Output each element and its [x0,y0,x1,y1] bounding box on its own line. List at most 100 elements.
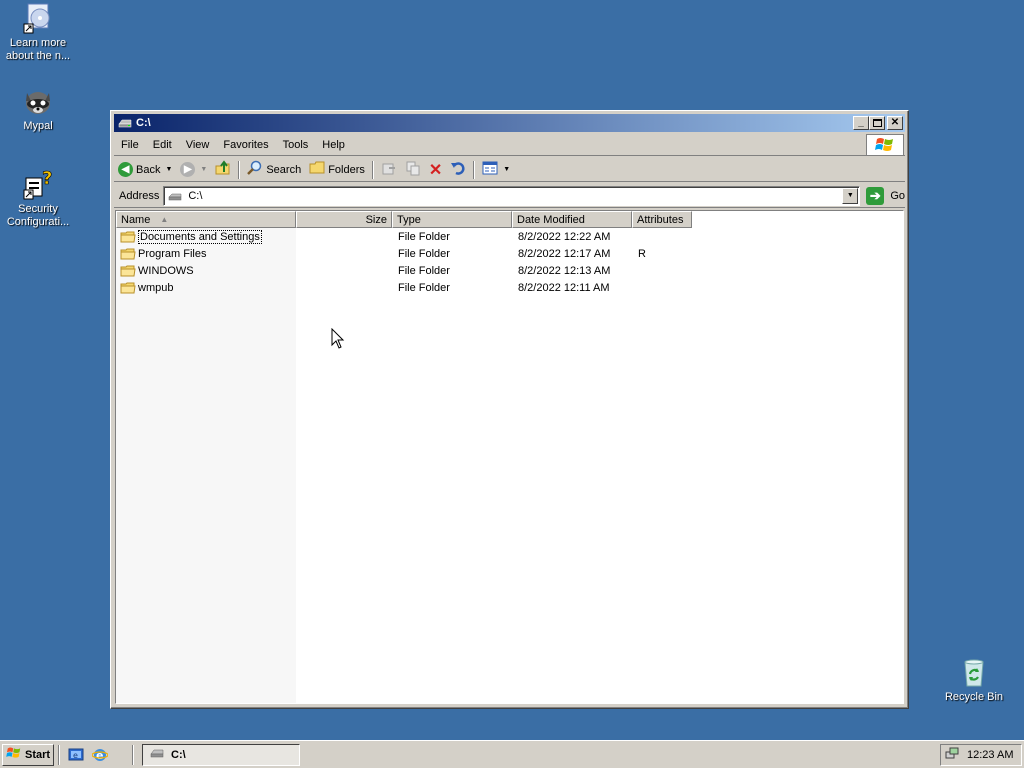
table-row[interactable]: Documents and Settings File Folder 8/2/2… [116,228,903,245]
taskbar: Start e e C:\ 12:23 AM [0,740,1024,768]
drive-icon [149,748,165,761]
undo-icon [450,160,466,179]
copy-to-button[interactable] [401,159,425,181]
chevron-down-icon[interactable]: ▼ [165,166,172,173]
system-tray: 12:23 AM [940,744,1022,766]
raccoon-icon [22,85,54,117]
desktop-icon-security-config[interactable]: ? Security Configurati... [0,168,76,229]
show-desktop-icon[interactable]: e [67,746,85,764]
desktop-icon-label: Recycle Bin [944,691,1004,703]
table-row[interactable]: wmpub File Folder 8/2/2022 12:11 AM [116,279,903,296]
table-row[interactable]: WINDOWS File Folder 8/2/2022 12:13 AM [116,262,903,279]
mouse-cursor-icon [331,327,345,350]
undo-button[interactable] [446,159,470,181]
chevron-down-icon: ▼ [846,192,854,199]
maximize-icon [872,119,882,127]
desktop-icon-label: Learn more about the n... [5,37,71,62]
views-button[interactable]: ▼ [478,159,514,181]
address-dropdown-button[interactable]: ▼ [842,187,859,204]
go-button[interactable]: ➔ Go [866,186,905,205]
search-label: Search [266,163,302,176]
column-header-name[interactable]: Name ▲ [116,211,296,228]
drive-icon [168,192,182,200]
delete-button[interactable]: ✕ [425,159,446,181]
folders-label: Folders [328,163,365,176]
file-attributes: R [638,247,646,260]
cd-info-icon [22,2,54,34]
table-row[interactable]: Program Files File Folder 8/2/2022 12:17… [116,245,903,262]
menu-file[interactable]: File [114,139,146,151]
close-button[interactable]: ✕ [887,116,903,130]
file-name: Documents and Settings [138,229,262,244]
start-label: Start [25,748,51,761]
go-arrow-icon: ➔ [866,186,885,205]
taskbar-button-explorer[interactable]: C:\ [142,743,300,766]
desktop-icon-label: Mypal [23,120,53,132]
delete-icon: ✕ [428,161,443,179]
file-date: 8/2/2022 12:11 AM [518,281,610,294]
forward-button[interactable]: ▶ ▼ [176,159,211,181]
copy-to-icon [405,160,421,179]
svg-text:e: e [96,749,103,762]
security-config-icon: ? [22,168,54,200]
folder-icon [120,282,136,294]
desktop-icon-recycle-bin[interactable]: Recycle Bin [936,656,1012,704]
maximize-button[interactable] [869,116,885,130]
svg-text:?: ? [42,168,52,189]
title-bar[interactable]: C:\ _ ✕ [114,114,905,132]
address-bar: Address C:\ ▼ ➔ Go [114,184,905,208]
column-header-attributes[interactable]: Attributes [632,211,692,228]
file-name: wmpub [138,281,174,294]
back-button[interactable]: ◀ Back ▼ [114,159,176,181]
menu-help[interactable]: Help [315,139,352,151]
menu-tools[interactable]: Tools [276,139,316,151]
file-name: WINDOWS [138,264,194,277]
file-date: 8/2/2022 12:17 AM [518,247,611,260]
chevron-down-icon[interactable]: ▼ [200,166,207,173]
sort-ascending-icon: ▲ [160,215,169,224]
network-icon[interactable] [945,747,959,764]
start-button[interactable]: Start [2,743,54,766]
menu-view[interactable]: View [179,139,217,151]
file-type: File Folder [398,230,450,243]
internet-explorer-icon[interactable]: e [91,746,109,764]
window-title: C:\ [136,117,151,129]
address-input[interactable]: C:\ ▼ [163,185,861,206]
folder-icon [120,265,136,277]
folder-up-icon [215,160,231,179]
folders-button[interactable]: Folders [305,159,369,181]
go-label: Go [890,189,905,202]
column-headers: Name ▲ Size Type Date Modified Attribute… [116,211,692,228]
back-label: Back [136,163,161,176]
column-header-type[interactable]: Type [392,211,512,228]
desktop-icon-mypal[interactable]: Mypal [0,85,76,133]
svg-text:e: e [73,751,78,760]
search-icon [247,160,263,179]
standard-toolbar: ◀ Back ▼ ▶ ▼ Search Folders ✕ ▼ [114,158,905,182]
file-list[interactable]: Name ▲ Size Type Date Modified Attribute… [115,210,904,704]
menu-favorites[interactable]: Favorites [216,139,275,151]
chevron-down-icon[interactable]: ▼ [503,166,510,173]
file-type: File Folder [398,247,450,260]
menu-edit[interactable]: Edit [146,139,179,151]
column-header-date-modified[interactable]: Date Modified [512,211,632,228]
recycle-bin-icon [958,656,990,688]
explorer-window[interactable]: C:\ _ ✕ File Edit View Favorites Tools H… [110,110,909,709]
windows-logo-icon [866,134,904,156]
file-type: File Folder [398,264,450,277]
minimize-button[interactable]: _ [853,116,869,130]
taskbar-button-label: C:\ [171,748,186,761]
close-icon: ✕ [890,117,900,128]
address-label: Address [119,189,160,202]
clock[interactable]: 12:23 AM [967,749,1013,761]
column-header-size[interactable]: Size [296,211,392,228]
move-to-button[interactable] [377,159,401,181]
desktop-icon-learn-more[interactable]: Learn more about the n... [0,2,76,63]
up-button[interactable] [211,159,235,181]
search-button[interactable]: Search [243,159,305,181]
file-date: 8/2/2022 12:22 AM [518,230,611,243]
folders-icon [309,161,325,178]
forward-arrow-icon: ▶ [180,162,196,177]
views-icon [482,161,498,178]
windows-flag-icon [6,746,22,763]
